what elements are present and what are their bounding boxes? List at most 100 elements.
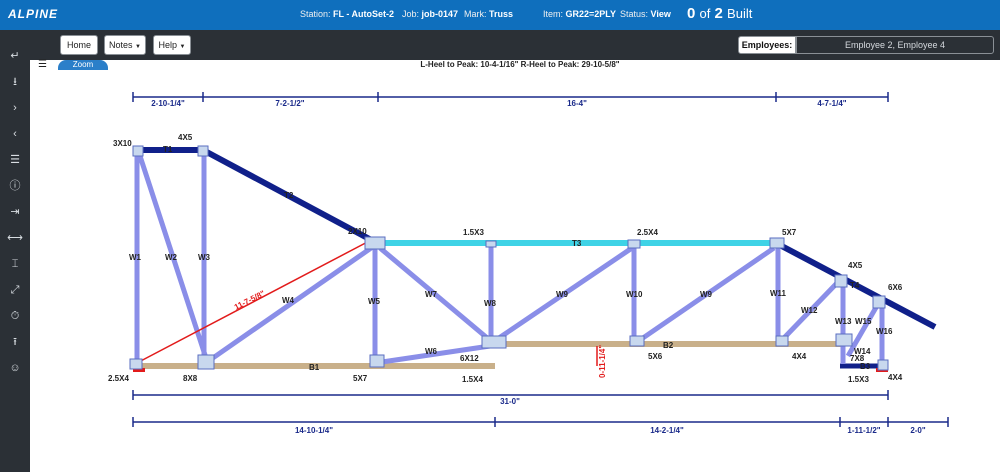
plate-label: 5X6	[648, 352, 663, 361]
login-icon[interactable]: ⇥	[0, 202, 30, 222]
member-label: B1	[309, 363, 320, 372]
plate-label: 1.5X3	[848, 375, 869, 384]
station-label: Station:	[300, 9, 331, 19]
member-label: W8	[484, 299, 497, 308]
toolbar: Home Notes ▼ Help ▼ Employees: Employee …	[30, 30, 1000, 60]
no-timer-icon[interactable]: ⏱	[0, 306, 30, 326]
home-button[interactable]: Home	[60, 35, 98, 55]
member-label: W3	[198, 253, 211, 262]
dim-bottom-3: 1-11-1/2"	[847, 426, 880, 435]
dim-bottom-4: 2-0"	[910, 426, 926, 435]
status-value: View	[650, 9, 671, 19]
item-value: GR22=2PLY	[565, 9, 616, 19]
member-label: T1	[163, 145, 173, 154]
caret-down-icon: ▼	[135, 44, 141, 50]
plate-label: 5X7	[782, 228, 797, 237]
notes-dropdown[interactable]: Notes ▼	[104, 35, 146, 55]
dim-top-3: 16-4"	[567, 99, 587, 108]
expand-icon[interactable]: ⤢	[0, 280, 30, 300]
plate-label: 6X12	[460, 354, 479, 363]
member-label: T3	[572, 239, 582, 248]
dim-overall: 31-0"	[500, 397, 520, 406]
station-value: FL - AutoSet-2	[333, 9, 395, 19]
item-label: Item:	[543, 9, 564, 19]
height-icon[interactable]: ⌶	[0, 254, 30, 274]
member-label: W7	[425, 290, 438, 299]
plate-label: 1.5X3	[463, 228, 484, 237]
member-label: W16	[876, 327, 893, 336]
member-label: B2	[663, 341, 674, 350]
mark-info: Mark: Truss	[464, 9, 513, 19]
info-icon[interactable]: ⓘ	[0, 176, 30, 196]
diagonal-dim: 11-7-5/8"	[233, 289, 267, 312]
member-label: W12	[801, 306, 818, 315]
dim-bottom-1: 14-10-1/4"	[295, 426, 333, 435]
member-label: W11	[770, 289, 787, 298]
member-label: W9	[700, 290, 713, 299]
dim-top-2: 7-2-1/2"	[275, 99, 304, 108]
plate-label: 4X5	[848, 261, 863, 270]
member-label: T4	[850, 281, 860, 290]
member-label: W10	[626, 290, 643, 299]
truss-drawing[interactable]: 2-10-1/4" 7-2-1/2" 16-4" 4-7-1/4" 11-7-5…	[30, 70, 1000, 472]
job-info: Job: job-0147	[402, 9, 458, 19]
member-label: W4	[282, 296, 295, 305]
plate-label: 4X5	[178, 133, 193, 142]
web-members	[134, 154, 885, 366]
plate-label: 2.5X4	[108, 374, 129, 383]
member-label: B3	[860, 362, 871, 371]
dim-top-1: 2-10-1/4"	[151, 99, 185, 108]
chevron-left-icon[interactable]: ‹	[0, 124, 30, 144]
dim-top-4: 4-7-1/4"	[817, 99, 846, 108]
notes-label: Notes	[109, 40, 133, 50]
heel-to-peak-info: L-Heel to Peak: 10-4-1/16" R-Heel to Pea…	[420, 60, 620, 69]
plate-label: 6X6	[888, 283, 903, 292]
alpine-logo: ALPINE	[8, 7, 59, 21]
plate-label: 1.5X4	[462, 375, 483, 384]
job-value: job-0147	[421, 9, 459, 19]
top-header-bar: ALPINE Station: FL - AutoSet-2 Job: job-…	[0, 0, 1000, 30]
plate-label: 2.5X4	[637, 228, 658, 237]
plate-label: 4X4	[888, 373, 903, 382]
built-count: 0	[687, 5, 696, 22]
mark-value: Truss	[489, 9, 514, 19]
zoom-tab[interactable]: Zoom	[58, 60, 108, 70]
plate-label: 2X10	[348, 227, 367, 236]
top-dimension-line: 2-10-1/4" 7-2-1/2" 16-4" 4-7-1/4"	[132, 92, 889, 108]
user-icon[interactable]: ☺	[0, 358, 30, 378]
red-dimension-annotations: 11-7-5/8" 0-11-1/4"	[133, 237, 888, 378]
job-label: Job:	[402, 9, 420, 19]
bottom-dimension-line: 14-10-1/4" 14-2-1/4" 1-11-1/2" 2-0"	[132, 417, 949, 435]
built-total: 2	[714, 5, 723, 22]
member-label: W6	[425, 347, 438, 356]
chevron-right-icon[interactable]: ›	[0, 98, 30, 118]
status-info: Status: View	[620, 9, 671, 19]
member-label: W15	[855, 317, 872, 326]
left-sidebar: ↵ ⭳ › ‹ ☰ ⓘ ⇥ ⟷ ⌶ ⤢ ⏱ ⭱ ☺	[0, 30, 30, 472]
upload-icon[interactable]: ⭱	[0, 332, 30, 352]
employees-field[interactable]: Employee 2, Employee 4	[796, 36, 994, 54]
member-label: W14	[854, 347, 871, 356]
overall-dimension-line: 31-0"	[132, 390, 889, 406]
item-info: Item: GR22=2PLY	[543, 9, 616, 19]
width-icon[interactable]: ⟷	[0, 228, 30, 248]
station-info: Station: FL - AutoSet-2	[300, 9, 394, 19]
mark-label: Mark:	[464, 9, 487, 19]
member-label: W13	[835, 317, 852, 326]
bottom-chord	[133, 341, 888, 369]
dim-bottom-2: 14-2-1/4"	[650, 426, 684, 435]
help-dropdown[interactable]: Help ▼	[153, 35, 191, 55]
built-word: Built	[727, 6, 753, 21]
plate-label: 4X4	[792, 352, 807, 361]
plate-label: 3X10	[113, 139, 132, 148]
vertical-dim: 0-11-1/4"	[598, 345, 607, 378]
back-arrow-icon[interactable]: ↵	[0, 46, 30, 66]
member-label: W1	[129, 253, 142, 262]
employees-label: Employees:	[738, 36, 796, 54]
member-label: T2	[284, 191, 294, 200]
member-label: W2	[165, 253, 178, 262]
list-icon[interactable]: ☰	[0, 150, 30, 170]
download-icon[interactable]: ⭳	[0, 72, 30, 92]
status-label: Status:	[620, 9, 649, 19]
plate-label: 8X8	[183, 374, 198, 383]
